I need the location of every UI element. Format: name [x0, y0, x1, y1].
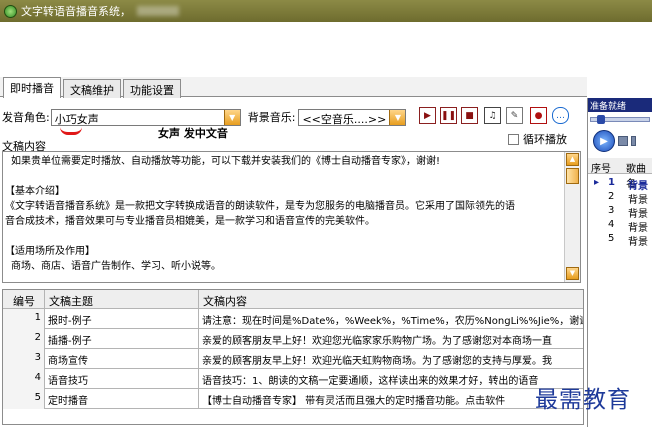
- current-indicator-icon: ▸: [594, 177, 600, 188]
- voice-value: 小巧女声: [54, 112, 99, 126]
- playlist-name: 背景: [628, 195, 648, 206]
- play-icon[interactable]: ▶: [419, 107, 436, 124]
- table-row[interactable]: 4 语音技巧 语音技巧：1、朗读的文稿一定要通顺，这样读出来的效果才好，转出的语…: [3, 369, 583, 389]
- pause-icon[interactable]: ❚❚: [440, 107, 457, 124]
- row-title: 插播-例子: [45, 329, 199, 349]
- content-line: [5, 229, 560, 244]
- progress-slider[interactable]: [590, 115, 650, 124]
- chevron-down-icon[interactable]: ▼: [389, 109, 406, 125]
- column-header-title[interactable]: 文稿主题: [45, 290, 199, 309]
- tab-label: 文稿维护: [70, 84, 114, 97]
- feather-icon[interactable]: ✎: [506, 107, 523, 124]
- row-content: 亲爱的顾客朋友早上好！欢迎您光临家家乐购物广场。为了感谢您对本商场一直: [202, 336, 552, 347]
- music-label: 背景音乐:: [247, 111, 296, 124]
- row-title: 商场宣传: [45, 349, 199, 369]
- app-icon: [4, 4, 17, 18]
- content-line: 如果贵单位需要定时播放、自动播放等功能，可以下载并安装我们的《博士自动播音专家》…: [11, 156, 441, 167]
- column-header-id[interactable]: 编号: [3, 290, 45, 309]
- mouth-icon: [60, 127, 82, 135]
- tab-script-maintenance[interactable]: 文稿维护: [63, 79, 121, 98]
- column-header-content[interactable]: 文稿内容: [199, 290, 583, 309]
- content-line: 【基本介绍】: [5, 186, 65, 197]
- playlist-no: 2: [608, 191, 615, 202]
- row-title: 语音技巧: [45, 369, 199, 389]
- playlist-no: 4: [608, 219, 615, 230]
- playlist-row[interactable]: 4 背景: [588, 219, 652, 234]
- row-content: 语音技巧：1、朗读的文稿一定要通顺，这样读出来的效果才好，转出的语音: [202, 376, 539, 387]
- row-content: 【博士自动播音专家】 带有灵活而且强大的定时播音功能。点击软件: [202, 396, 506, 407]
- row-content: 亲爱的顾客朋友早上好！欢迎光临天虹购物商场。为了感谢您的支持与厚爱。我: [202, 356, 552, 367]
- scroll-down-icon[interactable]: ▼: [566, 267, 579, 280]
- table-row[interactable]: 2 插播-例子 亲爱的顾客朋友早上好！欢迎您光临家家乐购物广场。为了感谢您对本商…: [3, 329, 583, 349]
- stop-icon[interactable]: ■: [461, 107, 478, 124]
- tab-label: 功能设置: [130, 84, 174, 97]
- voice-select[interactable]: 小巧女声 ▼: [50, 108, 241, 126]
- row-id: 4: [3, 369, 45, 389]
- next-icon[interactable]: [631, 136, 636, 146]
- player-controls: ▶: [588, 128, 652, 154]
- tab-instant-broadcast[interactable]: 即时播音: [3, 77, 61, 98]
- playlist-row[interactable]: 5 背景: [588, 233, 652, 248]
- content-line: 音合成技术，播音效果可与专业播音员相媲美，是一款学习和语音宣传的完美软件。: [5, 216, 375, 227]
- playlist-name: 背景: [628, 181, 648, 192]
- tab-bar: 即时播音 文稿维护 功能设置: [0, 77, 587, 98]
- music-note-icon[interactable]: ♫: [484, 107, 501, 124]
- voice-label: 发音角色:: [2, 111, 50, 124]
- scroll-up-icon[interactable]: ▲: [566, 153, 579, 166]
- window-title: 文字转语音播音系统，: [21, 5, 131, 18]
- play-icon[interactable]: ▶: [593, 130, 615, 152]
- table-row[interactable]: 3 商场宣传 亲爱的顾客朋友早上好！欢迎光临天虹购物商场。为了感谢您的支持与厚爱…: [3, 349, 583, 369]
- music-select[interactable]: <<空音乐....>> ▼: [298, 108, 407, 126]
- tab-settings[interactable]: 功能设置: [123, 79, 181, 98]
- row-id: 1: [3, 309, 45, 329]
- row-title: 报时-例子: [45, 309, 199, 329]
- toolbar-area: [0, 22, 652, 77]
- playlist-header: 序号 歌曲名: [588, 158, 652, 190]
- table-row[interactable]: 1 报时-例子 请注意：现在时间是%Date%，%Week%，%Time%，农历…: [3, 309, 584, 329]
- watermark: 最需教育: [535, 387, 631, 413]
- voice-row: 发音角色: 小巧女声 ▼ 背景音乐: <<空音乐....>> ▼: [2, 108, 407, 126]
- content-line: 《文字转语音播音系统》是一款把文字转换成语音的朗读软件，是专为您服务的电脑播音员…: [5, 201, 515, 212]
- playlist-no: 5: [608, 233, 615, 244]
- blurred-title-suffix: [137, 6, 179, 16]
- playlist-name: 背景: [628, 209, 648, 220]
- playlist-name: 背景: [628, 237, 648, 248]
- scroll-thumb[interactable]: [566, 168, 579, 184]
- player-status: 准备就绪: [588, 98, 652, 112]
- content-line: 【适用场所及作用】: [5, 246, 95, 257]
- instant-broadcast-panel: 发音角色: 小巧女声 ▼ 背景音乐: <<空音乐....>> ▼ ▶ ❚❚ ■ …: [0, 98, 587, 427]
- row-id: 2: [3, 329, 45, 349]
- content-line: [5, 169, 560, 184]
- voice-type-label: 女声 发中文音: [158, 127, 228, 140]
- stop-icon[interactable]: [618, 136, 628, 146]
- vertical-scrollbar[interactable]: ▲ ▼: [564, 152, 580, 282]
- slider-knob[interactable]: [597, 115, 605, 124]
- title-bar: 文字转语音播音系统，: [0, 0, 652, 22]
- playlist-no: 3: [608, 205, 615, 216]
- playlist-panel: 准备就绪 ▶ 序号 歌曲名 ▸ 1 背景 2 背景 3 背景 4 背景 5 背景: [587, 98, 652, 427]
- row-id: 3: [3, 349, 45, 369]
- playlist-name: 背景: [628, 223, 648, 234]
- record-icon[interactable]: ●: [530, 107, 547, 124]
- row-id: 5: [3, 389, 45, 409]
- loop-checkbox[interactable]: 循环播放: [508, 131, 567, 147]
- playlist-no: 1: [608, 177, 615, 188]
- column-header-no[interactable]: 序号: [591, 160, 611, 175]
- content-line: 商场、商店、语音广告制作、学习、听小说等。: [11, 261, 221, 272]
- script-table: 编号 文稿主题 文稿内容 1 报时-例子 请注意：现在时间是%Date%，%We…: [2, 289, 584, 425]
- speech-bubble-icon[interactable]: …: [552, 107, 569, 124]
- playlist-row[interactable]: ▸ 1 背景: [588, 177, 652, 192]
- row-content: 请注意：现在时间是%Date%，%Week%，%Time%，农历%NongLi%…: [202, 316, 584, 327]
- checkbox-box[interactable]: [508, 133, 519, 145]
- table-row[interactable]: 5 定时播音 【博士自动播音专家】 带有灵活而且强大的定时播音功能。点击软件: [3, 389, 583, 409]
- playlist-row[interactable]: 2 背景: [588, 191, 652, 206]
- row-title: 定时播音: [45, 389, 199, 409]
- tab-label: 即时播音: [10, 82, 54, 95]
- chevron-down-icon[interactable]: ▼: [223, 109, 240, 125]
- music-value: <<空音乐....>>: [302, 112, 387, 126]
- content-textarea[interactable]: 如果贵单位需要定时播放、自动播放等功能，可以下载并安装我们的《博士自动播音专家》…: [2, 151, 581, 283]
- loop-label: 循环播放: [523, 133, 567, 146]
- playlist-row[interactable]: 3 背景: [588, 205, 652, 220]
